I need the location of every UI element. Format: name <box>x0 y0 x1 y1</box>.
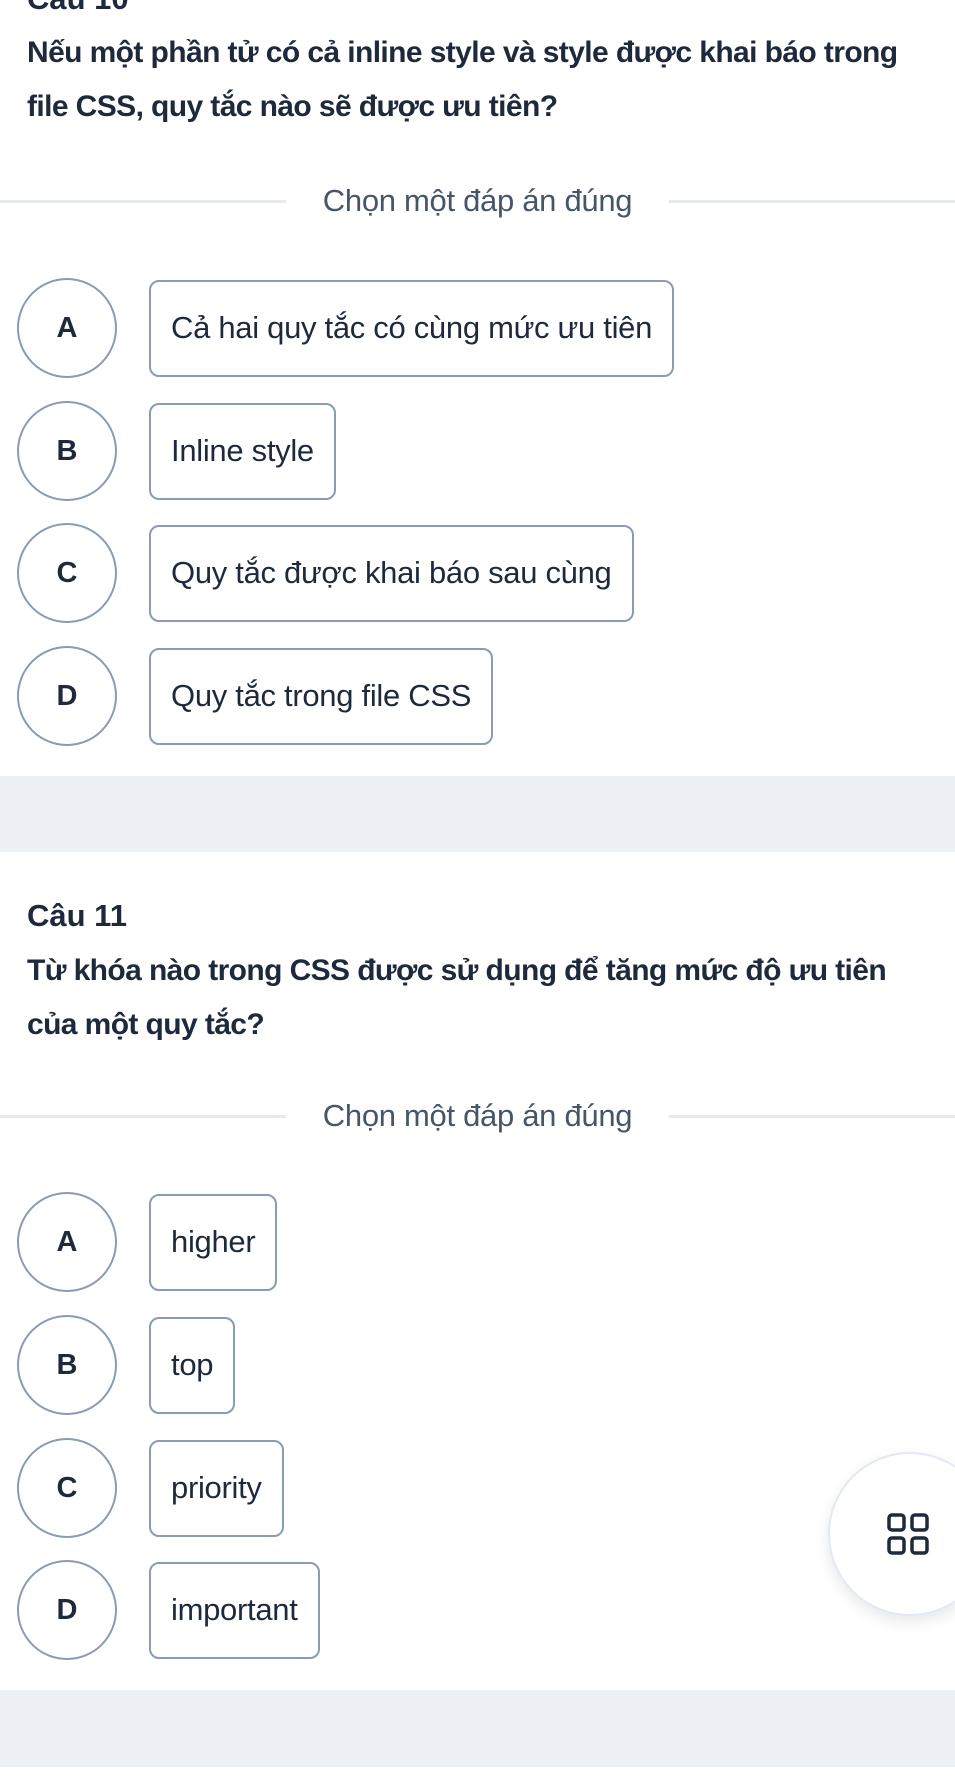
option-text[interactable]: Cả hai quy tắc có cùng mức ưu tiên <box>149 279 675 377</box>
question-number: Câu 10 <box>27 0 129 17</box>
option-letter[interactable]: C <box>17 1438 117 1538</box>
answer-instruction-divider: Chọn một đáp án đúng <box>0 181 955 221</box>
divider-line <box>669 199 955 203</box>
option-text[interactable]: priority <box>149 1439 284 1537</box>
option-letter[interactable]: B <box>17 1315 117 1415</box>
option-letter[interactable]: A <box>17 1192 117 1292</box>
option-letter[interactable]: D <box>17 646 117 746</box>
option-letter[interactable]: D <box>17 1560 117 1660</box>
answer-option-d[interactable]: D important <box>17 1560 320 1660</box>
option-text[interactable]: Inline style <box>149 402 336 500</box>
answer-option-a[interactable]: A higher <box>17 1192 278 1292</box>
question-number: Câu 11 <box>27 898 127 933</box>
divider-line <box>0 199 286 203</box>
divider-line <box>0 1114 286 1118</box>
option-letter[interactable]: A <box>17 278 117 378</box>
option-text[interactable]: higher <box>149 1193 278 1291</box>
answer-option-c[interactable]: C Quy tắc được khai báo sau cùng <box>17 523 634 623</box>
answer-option-c[interactable]: C priority <box>17 1438 284 1538</box>
answer-instruction: Chọn một đáp án đúng <box>322 1098 633 1133</box>
answer-instruction: Chọn một đáp án đúng <box>322 183 633 218</box>
divider-line <box>669 1114 955 1118</box>
question-text: Nếu một phần tử có cả inline style và st… <box>27 36 898 123</box>
section-separator <box>0 1690 955 1767</box>
answer-option-d[interactable]: D Quy tắc trong file CSS <box>17 646 494 746</box>
question-text: Từ khóa nào trong CSS được sử dụng để tă… <box>27 954 887 1041</box>
grid-icon <box>887 1513 929 1555</box>
answer-option-b[interactable]: B top <box>17 1315 236 1415</box>
option-letter[interactable]: C <box>17 523 117 623</box>
option-letter[interactable]: B <box>17 401 117 501</box>
answer-option-b[interactable]: B Inline style <box>17 401 336 501</box>
answer-option-a[interactable]: A Cả hai quy tắc có cùng mức ưu tiên <box>17 278 675 378</box>
option-text[interactable]: Quy tắc được khai báo sau cùng <box>149 524 634 622</box>
section-separator <box>0 776 955 852</box>
option-text[interactable]: Quy tắc trong file CSS <box>149 647 494 745</box>
question-navigator-button[interactable] <box>828 1452 955 1616</box>
option-text[interactable]: top <box>149 1316 236 1414</box>
answer-instruction-divider: Chọn một đáp án đúng <box>0 1096 955 1136</box>
option-text[interactable]: important <box>149 1561 320 1659</box>
